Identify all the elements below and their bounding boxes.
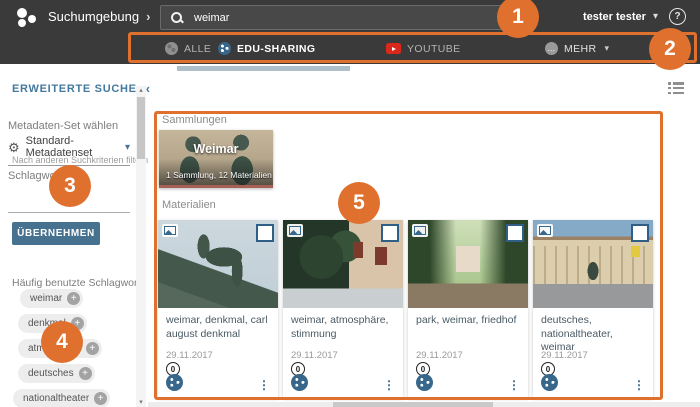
- sidebar-scrollbar[interactable]: ▴ ▾: [136, 86, 146, 407]
- tab-alle[interactable]: ALLE: [165, 33, 211, 64]
- filter-hint: Nach anderen Suchkriterien filtern: [12, 155, 148, 165]
- image-type-icon: [412, 224, 428, 237]
- collection-title: Weimar: [159, 142, 273, 156]
- material-title: weimar, denkmal, carl august denkmal: [166, 314, 274, 341]
- material-card[interactable]: weimar, atmosphäre, stimmung 29.11.2017 …: [283, 220, 403, 398]
- list-view-icon[interactable]: [668, 82, 684, 94]
- scroll-up-icon[interactable]: ▴: [136, 86, 146, 95]
- user-name: tester tester: [583, 11, 646, 23]
- material-card[interactable]: weimar, denkmal, carl august denkmal 29.…: [158, 220, 278, 398]
- material-title: park, weimar, friedhof: [416, 314, 524, 328]
- search-icon: [171, 12, 183, 24]
- keyword-tag[interactable]: atmosphäre +: [18, 339, 102, 358]
- tag-label: denkmal: [28, 318, 66, 329]
- search-box: [160, 5, 502, 30]
- tab-label: ALLE: [184, 43, 211, 55]
- image-type-icon: [162, 224, 178, 237]
- add-keyword-icon[interactable]: +: [86, 342, 99, 355]
- material-date: 29.11.2017: [416, 350, 463, 361]
- material-title: weimar, atmosphäre, stimmung: [291, 314, 399, 341]
- material-card[interactable]: deutsches, nationaltheater, weimar 29.11…: [533, 220, 653, 398]
- page-title: Suchumgebung: [48, 9, 139, 24]
- material-date: 29.11.2017: [291, 350, 338, 361]
- open-material-button[interactable]: [541, 374, 558, 391]
- annotation-circle-5: 5: [338, 182, 380, 224]
- chevron-down-icon: ▾: [605, 43, 610, 54]
- chevron-down-icon: ▾: [653, 11, 658, 22]
- metadata-set-label: Metadaten-Set wählen: [8, 120, 118, 132]
- add-keyword-icon[interactable]: +: [71, 317, 84, 330]
- collections-heading: Sammlungen: [162, 114, 227, 126]
- youtube-icon: [386, 43, 401, 54]
- user-menu[interactable]: tester tester ▾ ?: [583, 8, 700, 25]
- source-tabbar: ALLE EDU-SHARING YOUTUBE … MEHR ▾: [0, 33, 700, 64]
- options-menu-icon[interactable]: ⋮: [258, 378, 270, 392]
- tag-label: weimar: [30, 293, 62, 304]
- search-input[interactable]: [192, 11, 446, 25]
- select-checkbox[interactable]: [256, 224, 274, 242]
- add-keyword-icon[interactable]: +: [67, 292, 80, 305]
- advanced-search-label: ERWEITERTE SUCHE: [12, 83, 137, 95]
- tag-label: deutsches: [28, 368, 74, 379]
- open-material-button[interactable]: [166, 374, 183, 391]
- tab-label: EDU-SHARING: [237, 43, 316, 55]
- advanced-search-toggle[interactable]: ERWEITERTE SUCHE ‹: [12, 81, 151, 96]
- scroll-down-icon[interactable]: ▾: [136, 398, 146, 407]
- globe-icon: [165, 42, 178, 55]
- add-keyword-icon[interactable]: +: [79, 367, 92, 380]
- material-date: 29.11.2017: [166, 350, 213, 361]
- chevron-left-icon: ‹: [146, 81, 151, 96]
- tab-edu-sharing[interactable]: EDU-SHARING: [218, 33, 316, 64]
- tab-label: YOUTUBE: [407, 43, 461, 55]
- collection-accent-bar: [159, 185, 273, 188]
- open-material-button[interactable]: [291, 374, 308, 391]
- options-menu-icon[interactable]: ⋮: [383, 378, 395, 392]
- select-checkbox[interactable]: [506, 224, 524, 242]
- collection-card[interactable]: Weimar 1 Sammlung, 12 Materialien: [159, 130, 273, 188]
- active-tab-indicator: [177, 66, 350, 71]
- keyword-tag[interactable]: deutsches +: [18, 364, 95, 383]
- frequent-keywords-label: Häufig benutzte Schlagworte: [12, 277, 146, 289]
- image-type-icon: [287, 224, 303, 237]
- edu-sharing-icon: [218, 42, 231, 55]
- keyword-label: Schlagwort: [8, 170, 62, 182]
- tab-label: MEHR: [564, 43, 597, 55]
- select-checkbox[interactable]: [381, 224, 399, 242]
- keyword-tag[interactable]: denkmal +: [18, 314, 87, 333]
- tag-label: atmosphäre: [28, 343, 81, 354]
- keyword-input[interactable]: [8, 212, 130, 213]
- open-material-button[interactable]: [416, 374, 433, 391]
- horizontal-scrollbar[interactable]: [148, 402, 700, 407]
- image-type-icon: [537, 224, 553, 237]
- material-date: 29.11.2017: [541, 350, 588, 361]
- add-keyword-icon[interactable]: +: [94, 392, 107, 405]
- more-sources-icon: …: [545, 42, 558, 55]
- options-menu-icon[interactable]: ⋮: [508, 378, 520, 392]
- apply-button[interactable]: ÜBERNEHMEN: [12, 222, 100, 245]
- options-menu-icon[interactable]: ⋮: [633, 378, 645, 392]
- edu-sharing-logo: [17, 7, 39, 27]
- tab-youtube[interactable]: YOUTUBE: [386, 33, 461, 64]
- collection-count: 1 Sammlung, 12 Materialien: [166, 170, 272, 180]
- material-title: deutsches, nationaltheater, weimar: [541, 314, 649, 350]
- topbar: Suchumgebung › tester tester ▾ ?: [0, 0, 700, 33]
- scrollbar-thumb[interactable]: [333, 402, 493, 407]
- search-environment-screen: Suchumgebung › tester tester ▾ ? ALLE ED…: [0, 0, 700, 407]
- select-checkbox[interactable]: [631, 224, 649, 242]
- gear-icon: ⚙: [8, 142, 20, 153]
- help-icon[interactable]: ?: [669, 8, 686, 25]
- material-card[interactable]: park, weimar, friedhof 29.11.2017 0 ⋮: [408, 220, 528, 398]
- scrollbar-thumb[interactable]: [137, 97, 145, 159]
- tab-mehr[interactable]: … MEHR ▾: [545, 33, 609, 64]
- caret-down-icon: ▾: [125, 142, 130, 153]
- materials-heading: Materialien: [162, 199, 216, 211]
- keyword-tag[interactable]: nationaltheater +: [13, 389, 110, 407]
- tag-label: nationaltheater: [23, 393, 89, 404]
- chevron-right-icon: ›: [146, 9, 150, 24]
- keyword-tag[interactable]: weimar +: [20, 289, 83, 308]
- breadcrumb[interactable]: Suchumgebung ›: [48, 9, 150, 24]
